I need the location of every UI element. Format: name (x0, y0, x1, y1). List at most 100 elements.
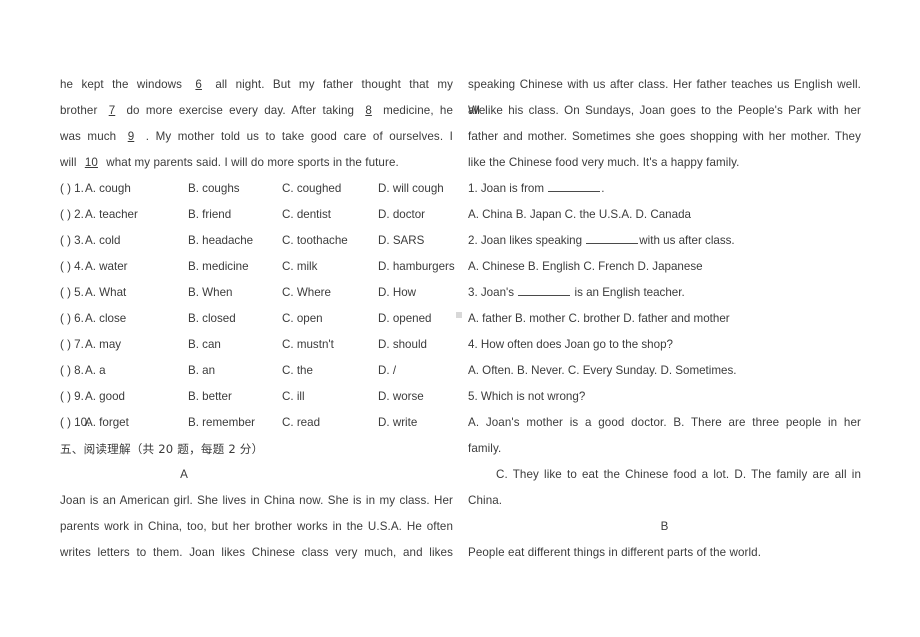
answer-box[interactable]: ( ) 4. (60, 254, 84, 280)
question-5-options[interactable]: A. Joan's mother is a good doctor. B. Th… (468, 410, 861, 514)
choice-row-3[interactable]: ( ) 3. A. cold B. headache C. toothache … (60, 228, 453, 254)
answer-box[interactable]: ( ) 3. (60, 228, 84, 254)
option-c[interactable]: C. mustn't (282, 332, 334, 358)
answer-line[interactable]: China. (468, 488, 861, 514)
option-b[interactable]: B. When (188, 280, 232, 306)
option-c[interactable]: C. the (282, 358, 313, 384)
choice-row-5[interactable]: ( ) 5. A. What B. When C. Where D. How (60, 280, 453, 306)
option-a[interactable]: A. a (85, 358, 106, 384)
cloze-text: medicine, he (383, 104, 453, 117)
cloze-text: brother (60, 104, 98, 117)
option-a[interactable]: A. close (85, 306, 126, 332)
passage-line: like the Chinese food very much. It's a … (468, 156, 740, 169)
document-page: he kept the windows 6 all night. But my … (0, 0, 920, 637)
option-c[interactable]: C. milk (282, 254, 317, 280)
option-d[interactable]: D. SARS (378, 228, 424, 254)
passage-line: speaking Chinese with us after class. He… (468, 78, 861, 117)
answer-blank[interactable] (586, 233, 639, 244)
choice-row-8[interactable]: ( ) 8. A. a B. an C. the D. / (60, 358, 453, 384)
cloze-blank-7: 7 (108, 104, 116, 117)
option-a[interactable]: A. teacher (85, 202, 138, 228)
question-3-options[interactable]: A. father B. mother C. brother D. father… (468, 306, 861, 332)
answer-blank[interactable] (548, 181, 601, 192)
choice-row-2[interactable]: ( ) 2. A. teacher B. friend C. dentist D… (60, 202, 453, 228)
answer-box[interactable]: ( ) 6. (60, 306, 84, 332)
choice-row-1[interactable]: ( ) 1. A. cough B. coughs C. coughed D. … (60, 176, 453, 202)
option-b[interactable]: B. remember (188, 410, 255, 436)
cloze-blank-10: 10 (84, 156, 98, 169)
option-a[interactable]: A. forget (85, 410, 129, 436)
cloze-text: was much (60, 130, 117, 143)
option-a[interactable]: A. cold (85, 228, 120, 254)
answer-box[interactable]: ( ) 7. (60, 332, 84, 358)
question-4-stem: 4. How often does Joan go to the shop? (468, 338, 673, 351)
option-a[interactable]: A. What (85, 280, 126, 306)
passage-a-continuation: speaking Chinese with us after class. He… (468, 72, 861, 176)
option-b[interactable]: B. headache (188, 228, 253, 254)
option-c[interactable]: C. coughed (282, 176, 341, 202)
choice-row-6[interactable]: ( ) 6. A. close B. closed C. open D. ope… (60, 306, 453, 332)
passage-line: People eat different things in different… (468, 546, 762, 559)
question-2-options[interactable]: A. Chinese B. English C. French D. Japan… (468, 254, 861, 280)
option-b[interactable]: B. medicine (188, 254, 249, 280)
option-a[interactable]: A. cough (85, 176, 131, 202)
option-d[interactable]: D. / (378, 358, 396, 384)
option-c[interactable]: C. open (282, 306, 323, 332)
option-d[interactable]: D. doctor (378, 202, 425, 228)
question-text: 3. Joan's (468, 286, 518, 299)
answer-box[interactable]: ( ) 8. (60, 358, 84, 384)
answer-box[interactable]: ( ) 2. (60, 202, 84, 228)
question-text: 1. Joan is from (468, 182, 548, 195)
answer-line[interactable]: family. (468, 436, 861, 462)
question-text: with us after class. (639, 234, 735, 247)
choice-row-10[interactable]: ( ) 10. A. forget B. remember C. read D.… (60, 410, 453, 436)
answer-blank[interactable] (518, 285, 571, 296)
option-d[interactable]: D. How (378, 280, 416, 306)
cloze-line: was much 9 . My mother told us to take g… (60, 124, 453, 150)
passage-b-body: People eat different things in different… (468, 540, 861, 566)
option-c[interactable]: C. toothache (282, 228, 348, 254)
answer-box[interactable]: ( ) 1. (60, 176, 84, 202)
choice-row-9[interactable]: ( ) 9. A. good B. better C. ill D. worse (60, 384, 453, 410)
section-heading: 五、阅读理解（共 20 题，每题 2 分） (60, 442, 264, 456)
question-3-stem: 3. Joan's is an English teacher. (468, 280, 861, 306)
question-text: is an English teacher. (571, 286, 685, 299)
passage-line: writes letters to them. Joan likes Chine… (60, 546, 453, 559)
option-c[interactable]: C. Where (282, 280, 331, 306)
cloze-passage: he kept the windows 6 all night. But my … (60, 72, 453, 176)
option-b[interactable]: B. friend (188, 202, 231, 228)
cloze-line: will 10 what my parents said. I will do … (60, 150, 453, 176)
option-c[interactable]: C. read (282, 410, 320, 436)
option-b[interactable]: B. better (188, 384, 232, 410)
option-d[interactable]: D. should (378, 332, 427, 358)
option-d[interactable]: D. worse (378, 384, 424, 410)
option-b[interactable]: B. coughs (188, 176, 240, 202)
scan-artifact (456, 312, 462, 318)
option-a[interactable]: A. water (85, 254, 128, 280)
answer-line[interactable]: C. They like to eat the Chinese food a l… (468, 462, 861, 488)
option-d[interactable]: D. hamburgers (378, 254, 455, 280)
option-b[interactable]: B. closed (188, 306, 236, 332)
option-c[interactable]: C. ill (282, 384, 305, 410)
option-b[interactable]: B. can (188, 332, 221, 358)
left-column: he kept the windows 6 all night. But my … (60, 72, 455, 566)
option-c[interactable]: C. dentist (282, 202, 331, 228)
answer-box[interactable]: ( ) 9. (60, 384, 84, 410)
option-b[interactable]: B. an (188, 358, 215, 384)
question-4-options[interactable]: A. Often. B. Never. C. Every Sunday. D. … (468, 358, 861, 384)
cloze-text: . My mother told us to take good care of… (145, 130, 453, 143)
option-a[interactable]: A. may (85, 332, 121, 358)
cloze-line: he kept the windows 6 all night. But my … (60, 72, 453, 98)
question-2-stem: 2. Joan likes speaking with us after cla… (468, 228, 861, 254)
answer-box[interactable]: ( ) 5. (60, 280, 84, 306)
passage-b-label: B (660, 520, 669, 533)
cloze-text: will (60, 156, 77, 169)
option-d[interactable]: D. write (378, 410, 417, 436)
option-d[interactable]: D. will cough (378, 176, 444, 202)
option-d[interactable]: D. opened (378, 306, 432, 332)
choice-row-7[interactable]: ( ) 7. A. may B. can C. mustn't D. shoul… (60, 332, 453, 358)
option-a[interactable]: A. good (85, 384, 125, 410)
choice-row-4[interactable]: ( ) 4. A. water B. medicine C. milk D. h… (60, 254, 455, 280)
question-1-options[interactable]: A. China B. Japan C. the U.S.A. D. Canad… (468, 202, 861, 228)
answer-line[interactable]: A. Joan's mother is a good doctor. B. Th… (468, 410, 861, 436)
